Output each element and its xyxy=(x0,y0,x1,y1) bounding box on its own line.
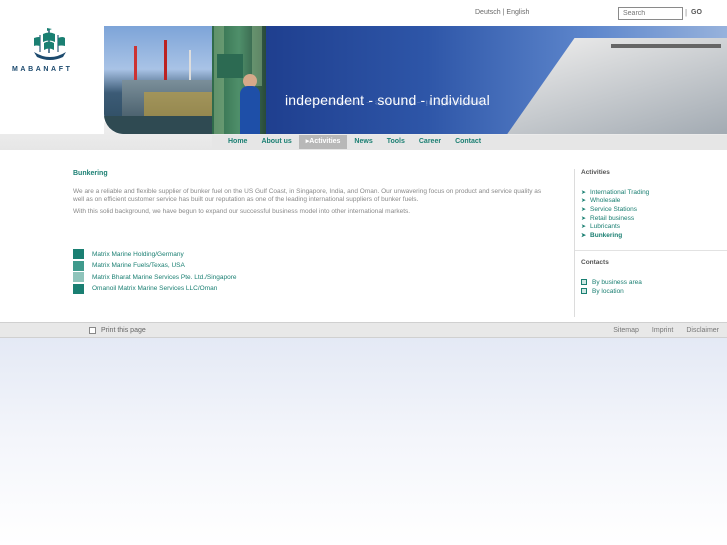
arrow-icon: ➤ xyxy=(581,224,587,231)
language-german-link[interactable]: Deutsch xyxy=(475,9,501,16)
company-marker xyxy=(73,260,84,271)
footer: Print this page Sitemap Imprint Disclaim… xyxy=(0,322,727,338)
arrow-icon: ➤ xyxy=(581,189,587,196)
logo[interactable]: MABANAFT xyxy=(0,26,104,134)
print-page-link[interactable]: Print this page xyxy=(89,327,146,334)
company-marker xyxy=(73,283,84,294)
company-label: Matrix Marine Holding/Germany xyxy=(92,250,184,258)
contact-by-location[interactable]: By location xyxy=(581,287,724,296)
nav-home[interactable]: Home xyxy=(212,135,254,149)
tagline-reflection: independent - sound - individual xyxy=(285,99,484,107)
sidebar-item-label: Retail business xyxy=(590,214,635,222)
arrow-icon: ➤ xyxy=(581,215,587,222)
page-title: Bunkering xyxy=(73,170,108,177)
arrow-icon: ➤ xyxy=(581,206,587,213)
tagline-banner xyxy=(266,26,727,134)
sidebar-item-international-trading[interactable]: ➤ International Trading xyxy=(581,188,724,197)
nav-about-us[interactable]: About us xyxy=(254,135,298,149)
print-label: Print this page xyxy=(101,327,146,334)
company-link-singapore[interactable]: Matrix Bharat Marine Services Pte. Ltd./… xyxy=(73,272,303,282)
header-banner: MABANAFT independent - sound - individua… xyxy=(0,26,727,150)
sidebar-item-label: Bunkering xyxy=(590,231,623,239)
company-label: Matrix Marine Fuels/Texas, USA xyxy=(92,262,185,269)
nav-activities[interactable]: ▸Activities xyxy=(298,135,348,149)
office-photo xyxy=(212,26,266,134)
contact-label: By location xyxy=(592,287,624,295)
main-navigation: Home About us ▸Activities News Tools Car… xyxy=(212,135,727,149)
language-english-link[interactable]: English xyxy=(506,9,529,16)
main-content: Bunkering We are a reliable and flexible… xyxy=(73,170,543,220)
nav-news[interactable]: News xyxy=(347,135,379,149)
search-input[interactable] xyxy=(618,7,683,20)
sidebar-item-lubricants[interactable]: ➤ Lubricants xyxy=(581,222,724,231)
expansion-paragraph: With this solid background, we have begu… xyxy=(73,208,411,215)
nav-career[interactable]: Career xyxy=(412,135,448,149)
contacts-heading: Contacts xyxy=(581,258,609,266)
sidebar-divider xyxy=(575,249,727,251)
harbor-photo xyxy=(104,26,212,134)
sidebar: Activities ➤ International Trading ➤ Whole… xyxy=(574,169,727,317)
sidebar-item-wholesale[interactable]: ➤ Wholesale xyxy=(581,197,724,206)
nav-activities-label: Activities xyxy=(309,138,341,145)
arrow-icon: ➤ xyxy=(581,232,587,239)
footer-links: Sitemap Imprint Disclaimer xyxy=(600,327,719,334)
sidebar-item-service-stations[interactable]: ➤ Service Stations xyxy=(581,205,724,214)
search-separator: | xyxy=(685,8,688,17)
footer-link-imprint[interactable]: Imprint xyxy=(652,327,673,334)
checkbox-icon xyxy=(581,288,587,295)
ship-logo-icon xyxy=(34,28,66,60)
sidebar-item-label: Wholesale xyxy=(590,197,621,205)
printer-icon xyxy=(89,327,96,334)
sidebar-item-label: Lubricants xyxy=(590,223,621,231)
company-link-oman[interactable]: Omanoil Matrix Marine Services LLC/Oman xyxy=(73,283,303,294)
footer-link-disclaimer[interactable]: Disclaimer xyxy=(686,327,719,334)
checkbox-icon xyxy=(581,279,587,286)
company-link-germany[interactable]: Matrix Marine Holding/Germany xyxy=(73,249,303,259)
sidebar-item-retail-business[interactable]: ➤ Retail business xyxy=(581,214,724,223)
page-background xyxy=(0,338,727,545)
go-button[interactable]: GO xyxy=(691,9,702,16)
company-label: Matrix Bharat Marine Services Pte. Ltd./… xyxy=(92,273,237,281)
footer-link-sitemap[interactable]: Sitemap xyxy=(613,327,639,334)
nav-tools[interactable]: Tools xyxy=(380,135,412,149)
activities-heading: Activities xyxy=(581,169,610,176)
language-separator: | xyxy=(502,9,505,16)
company-marker xyxy=(73,272,84,282)
contact-by-business-area[interactable]: By business area xyxy=(581,278,724,287)
company-link-texas[interactable]: Matrix Marine Fuels/Texas, USA xyxy=(73,260,303,271)
nav-contact[interactable]: Contact xyxy=(448,135,488,149)
company-label: Omanoil Matrix Marine Services LLC/Oman xyxy=(92,285,218,292)
logo-text: MABANAFT xyxy=(12,66,73,73)
sidebar-item-label: Service Stations xyxy=(590,205,637,213)
company-marker xyxy=(73,249,84,259)
sidebar-item-label: International Trading xyxy=(590,188,650,196)
contact-label: By business area xyxy=(592,278,642,286)
intro-paragraph: We are a reliable and flexible supplier … xyxy=(73,188,542,203)
language-switcher: Deutsch | English xyxy=(475,9,529,16)
company-list: Matrix Marine Holding/Germany Matrix Mar… xyxy=(73,249,303,295)
sidebar-item-bunkering[interactable]: ➤ Bunkering xyxy=(581,231,724,240)
top-bar: Deutsch | English | GO xyxy=(0,0,727,26)
arrow-icon: ➤ xyxy=(581,198,587,205)
